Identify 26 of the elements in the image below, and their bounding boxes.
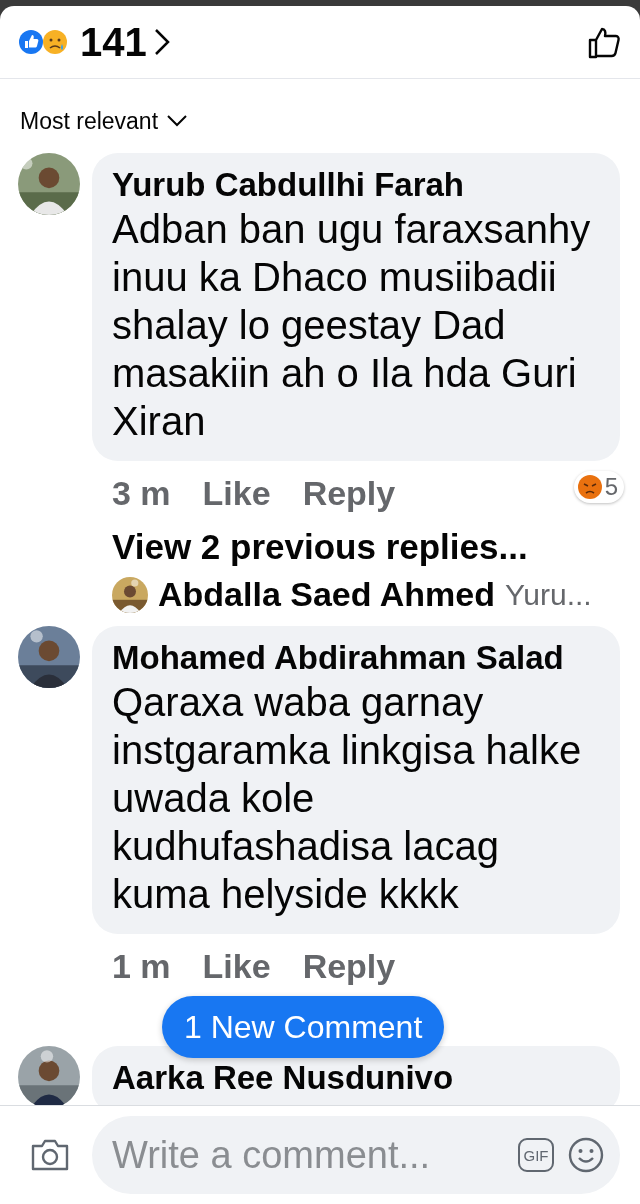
reply-preview-text: Yuru... — [504, 577, 592, 612]
angry-emoji-icon — [576, 474, 603, 500]
comment-action[interactable]: Like — [202, 946, 271, 986]
comment-author[interactable]: Yurub Cabdullhi Farah — [112, 165, 600, 205]
sort-dropdown[interactable]: Most relevant — [20, 107, 159, 135]
comment-action[interactable]: Like — [202, 473, 271, 513]
reaction-badge[interactable]: 5 — [573, 471, 624, 503]
smiley-icon[interactable] — [568, 1137, 604, 1173]
comment-author[interactable]: Mohamed Abdirahman Salad — [112, 638, 600, 678]
view-replies-link[interactable]: View 2 previous replies... — [92, 517, 528, 567]
reaction-count[interactable]: 141 — [80, 19, 147, 65]
comment-action[interactable]: Reply — [302, 946, 396, 986]
comment-time: 1 m — [112, 946, 171, 986]
comment-text: Adban ban ugu faraxsanhy inuu ka Dhaco musiibadii shalay lo geestay Dad masakiin ah o Ila hda Guri Xiran — [112, 206, 592, 445]
gif-button[interactable]: GIF — [518, 1138, 554, 1172]
comment-author[interactable]: Aarka Ree Nusdunivo — [112, 1058, 600, 1098]
reply-author[interactable]: Abdalla Saed Ahmed — [158, 575, 495, 614]
comment-action[interactable]: Reply — [302, 473, 396, 513]
comment-text: Qaraxa waba garnay instgaramka linkgisa halke uwada kole kudhufashadisa lacag kuma helyside kkkk — [112, 679, 583, 918]
comment-time: 3 m — [112, 473, 171, 513]
reaction-icons — [18, 28, 70, 56]
thumbs-up-icon[interactable] — [588, 25, 622, 59]
chevron-down-icon[interactable] — [166, 114, 189, 128]
new-comments-toast[interactable]: 1 New Comment — [162, 996, 445, 1058]
camera-icon[interactable] — [30, 1138, 70, 1172]
comment-input[interactable]: Write a comment... GIF — [92, 1116, 620, 1194]
